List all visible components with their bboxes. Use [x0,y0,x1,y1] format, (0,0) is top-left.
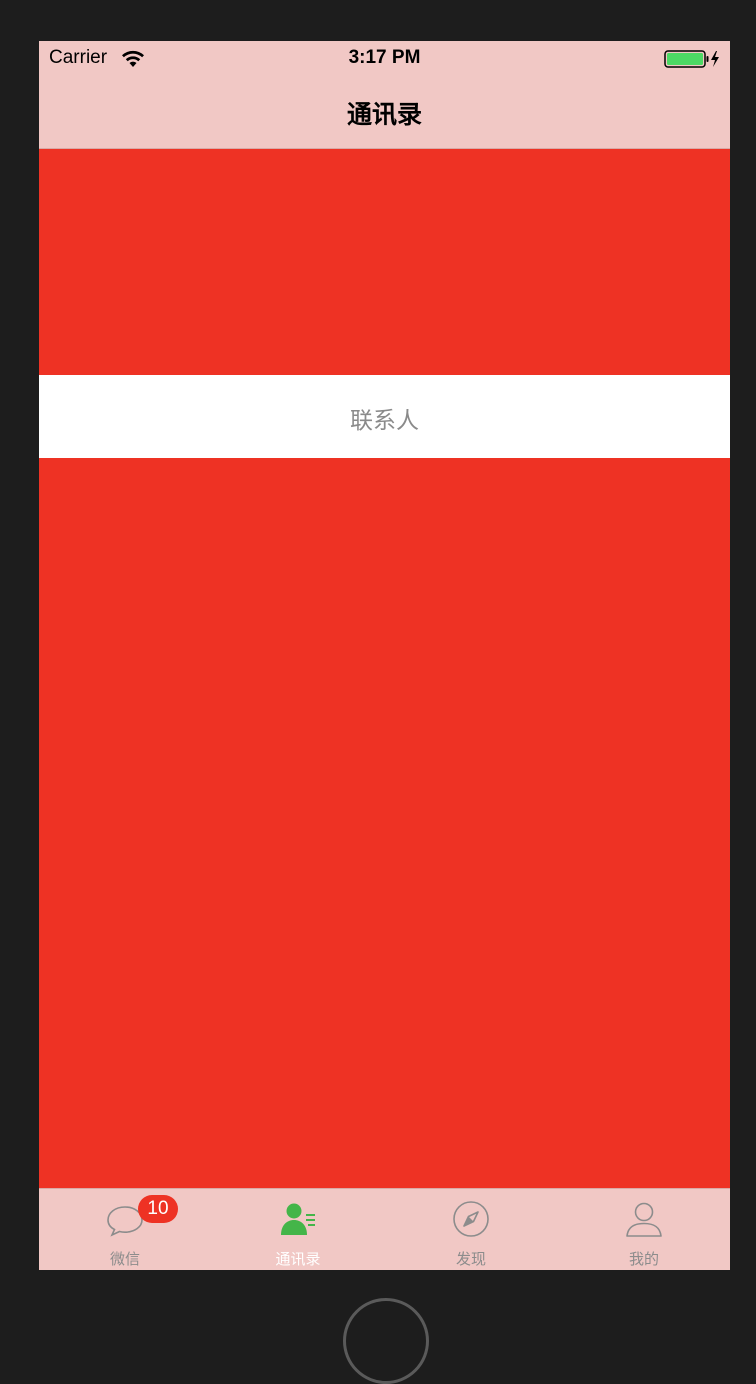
person-icon [626,1202,662,1237]
navigation-bar: 通讯录 [39,77,730,149]
page-title: 通讯录 [346,100,422,129]
status-bar: Carrier 3:17 PM [39,41,730,77]
tab-label: 发现 [455,1250,486,1268]
content-area [39,458,730,1188]
contacts-icon [281,1203,315,1235]
tab-discover[interactable]: 发现 [385,1189,557,1270]
unread-badge: 10 [138,1195,178,1223]
tab-label: 我的 [628,1250,659,1268]
tab-me[interactable]: 我的 [558,1189,730,1270]
tab-label: 通讯录 [275,1250,321,1268]
tab-wechat[interactable]: 10 微信 [39,1189,211,1270]
battery-icon [664,50,719,68]
status-time: 3:17 PM [348,47,421,68]
app-screen: Carrier 3:17 PM 通讯录 联系人 10 微信 通讯录 发现 我的 [39,41,730,1270]
home-button[interactable] [343,1298,429,1384]
tab-contacts[interactable]: 通讯录 [212,1189,384,1270]
tab-label: 微信 [109,1250,140,1268]
contacts-label: 联系人 [350,408,419,434]
compass-icon [453,1201,489,1237]
contacts-row[interactable]: 联系人 [39,375,730,458]
tab-bar: 10 微信 通讯录 发现 我的 [39,1188,730,1270]
header-area [39,149,730,375]
device-frame: Carrier 3:17 PM 通讯录 联系人 10 微信 通讯录 发现 我的 [0,0,756,1384]
